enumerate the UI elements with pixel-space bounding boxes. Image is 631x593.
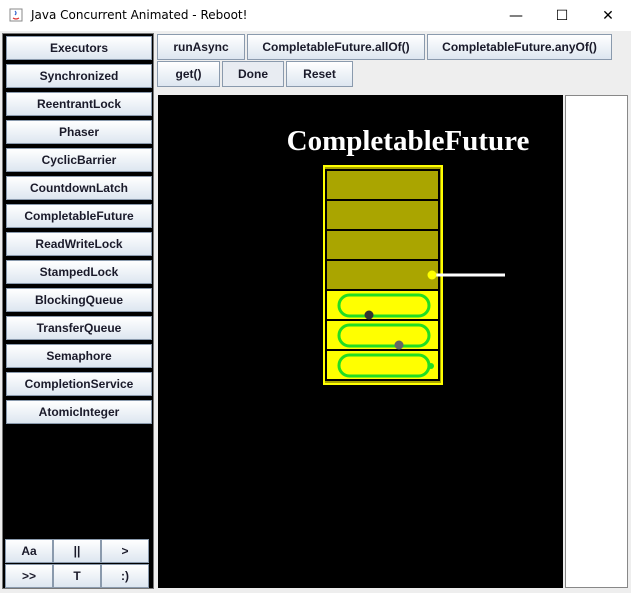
done-button[interactable]: Done bbox=[222, 61, 284, 87]
any-of-button[interactable]: CompletableFuture.anyOf() bbox=[427, 34, 612, 60]
sidebar-item-phaser[interactable]: Phaser bbox=[6, 120, 152, 144]
sidebar-item-stampedlock[interactable]: StampedLock bbox=[6, 260, 152, 284]
future-diagram bbox=[323, 165, 505, 385]
sidebar-item-synchronized[interactable]: Synchronized bbox=[6, 64, 152, 88]
sidebar-item-blockingqueue[interactable]: BlockingQueue bbox=[6, 288, 152, 312]
sidebar-item-readwritelock[interactable]: ReadWriteLock bbox=[6, 232, 152, 256]
sidebar-item-completionservice[interactable]: CompletionService bbox=[6, 372, 152, 396]
pending-slot bbox=[325, 199, 440, 231]
sidebar-item-executors[interactable]: Executors bbox=[6, 36, 152, 60]
thread-dot bbox=[394, 340, 404, 350]
result-dot bbox=[427, 270, 437, 280]
sidebar: Executors Synchronized ReentrantLock Pha… bbox=[2, 33, 154, 589]
reset-button[interactable]: Reset bbox=[286, 61, 353, 87]
minimize-button[interactable]: — bbox=[493, 0, 539, 31]
maximize-button[interactable]: ☐ bbox=[539, 0, 585, 31]
run-async-button[interactable]: runAsync bbox=[157, 34, 245, 60]
pending-slot bbox=[325, 259, 440, 291]
get-button[interactable]: get() bbox=[157, 61, 220, 87]
all-of-button[interactable]: CompletableFuture.allOf() bbox=[247, 34, 425, 60]
sidebar-item-semaphore[interactable]: Semaphore bbox=[6, 344, 152, 368]
next-button[interactable]: > bbox=[101, 539, 149, 563]
java-app-icon bbox=[9, 8, 23, 22]
sidebar-item-countdownlatch[interactable]: CountdownLatch bbox=[6, 176, 152, 200]
fast-forward-button[interactable]: >> bbox=[5, 564, 53, 588]
pause-button[interactable]: || bbox=[53, 539, 101, 563]
text-toggle-button[interactable]: T bbox=[53, 564, 101, 588]
sidebar-item-cyclicbarrier[interactable]: CyclicBarrier bbox=[6, 148, 152, 172]
sidebar-item-completablefuture[interactable]: CompletableFuture bbox=[6, 204, 152, 228]
sidebar-item-atomicinteger[interactable]: AtomicInteger bbox=[6, 400, 152, 424]
close-button[interactable]: ✕ bbox=[585, 0, 631, 31]
smile-button[interactable]: :) bbox=[101, 564, 149, 588]
animation-canvas: CompletableFuture bbox=[158, 95, 563, 588]
side-info-panel bbox=[565, 95, 628, 588]
window-title: Java Concurrent Animated - Reboot! bbox=[31, 8, 248, 22]
font-size-button[interactable]: Aa bbox=[5, 539, 53, 563]
title-bar: Java Concurrent Animated - Reboot! — ☐ ✕ bbox=[0, 0, 631, 31]
thread-dot bbox=[428, 363, 434, 369]
sidebar-item-reentrantlock[interactable]: ReentrantLock bbox=[6, 92, 152, 116]
pending-slot bbox=[325, 169, 440, 201]
pending-slot bbox=[325, 229, 440, 261]
thread-dot bbox=[364, 310, 374, 320]
sidebar-item-transferqueue[interactable]: TransferQueue bbox=[6, 316, 152, 340]
